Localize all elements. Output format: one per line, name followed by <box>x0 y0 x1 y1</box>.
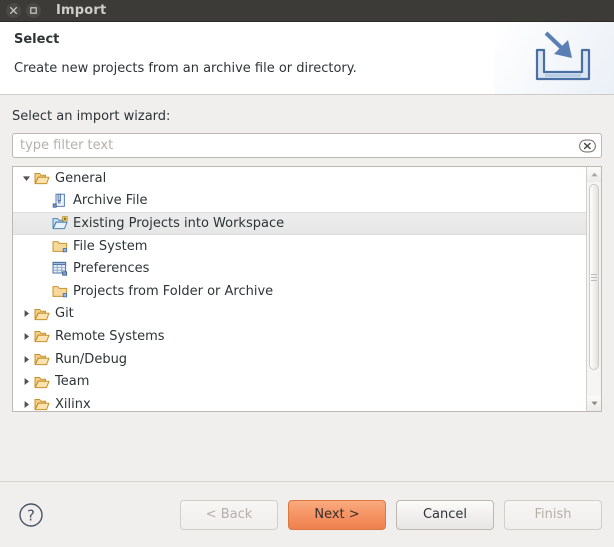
tree-item-git[interactable]: Git <box>13 303 586 326</box>
tree-item-label: Run/Debug <box>55 351 128 367</box>
svg-text:?: ? <box>27 506 35 524</box>
tree-item-existing-projects-into-workspace[interactable]: Existing Projects into Workspace <box>13 212 586 235</box>
tree-item-file-system[interactable]: File System <box>13 235 586 258</box>
import-wizard-label: Select an import wizard: <box>12 109 171 124</box>
open-folder-icon <box>33 171 51 185</box>
tree-twisty-collapsed[interactable] <box>19 332 33 341</box>
back-button[interactable]: < Back <box>180 499 278 530</box>
project-import-icon <box>51 216 69 230</box>
maximize-icon <box>30 7 37 14</box>
tree-item-archive-file[interactable]: Archive File <box>13 190 586 213</box>
scroll-down-button[interactable] <box>586 396 601 411</box>
tree-item-remote-systems[interactable]: Remote Systems <box>13 325 586 348</box>
open-folder-icon <box>33 352 51 366</box>
tree-scrollbar[interactable] <box>586 167 601 411</box>
import-dialog: Import Select Create new projects from a… <box>0 0 614 547</box>
wizard-header: Select Create new projects from an archi… <box>0 22 614 95</box>
tree-item-label: Git <box>55 306 74 322</box>
tree-item-label: Xilinx <box>55 396 91 411</box>
tree-twisty-collapsed[interactable] <box>19 309 33 318</box>
tree-item-label: Preferences <box>73 261 150 277</box>
window-title: Import <box>56 3 107 18</box>
tree-item-xilinx[interactable]: Xilinx <box>13 393 586 411</box>
filter-field[interactable] <box>12 133 602 158</box>
folder-icon <box>51 284 69 298</box>
open-folder-icon <box>33 375 51 389</box>
tree-item-label: Existing Projects into Workspace <box>73 215 285 231</box>
tree-item-label: Projects from Folder or Archive <box>73 283 274 299</box>
open-folder-icon <box>33 307 51 321</box>
tree-item-projects-from-folder-or-archive[interactable]: Projects from Folder or Archive <box>13 280 586 303</box>
tree-item-label: Team <box>55 374 90 390</box>
folder-icon <box>51 239 69 253</box>
page-description: Create new projects from an archive file… <box>14 61 357 76</box>
chevron-up-icon <box>590 172 598 177</box>
tree-item-label: File System <box>73 238 148 254</box>
scrollbar-track[interactable] <box>587 182 601 396</box>
tree-list[interactable]: General Archive File Existing Projects int… <box>13 167 586 411</box>
tree-twisty-collapsed[interactable] <box>19 355 33 364</box>
cancel-button[interactable]: Cancel <box>396 499 494 530</box>
tree-item-label: Archive File <box>73 193 148 209</box>
dialog-footer: ? < Back Next > Cancel Finish <box>0 481 614 547</box>
title-bar: Import <box>0 0 614 22</box>
tree-item-label: Remote Systems <box>55 328 165 344</box>
clear-icon[interactable] <box>579 139 596 152</box>
tree-item-team[interactable]: Team <box>13 370 586 393</box>
tree-twisty-collapsed[interactable] <box>19 400 33 409</box>
archive-file-icon <box>51 193 69 209</box>
tree-twisty-expanded[interactable] <box>19 174 33 183</box>
tree-item-preferences[interactable]: Preferences <box>13 257 586 280</box>
tree-item-general[interactable]: General <box>13 167 586 190</box>
import-wizard-tree[interactable]: General Archive File Existing Projects int… <box>12 166 602 412</box>
scrollbar-grip <box>591 272 597 283</box>
search-input[interactable] <box>13 134 601 157</box>
tree-item-label: General <box>55 170 107 186</box>
import-wizard-icon <box>535 31 591 81</box>
preferences-icon <box>51 261 69 276</box>
open-folder-icon <box>33 397 51 411</box>
close-icon <box>10 7 17 14</box>
scrollbar-thumb[interactable] <box>589 184 599 370</box>
close-button[interactable] <box>6 3 21 18</box>
page-title: Select <box>14 32 60 47</box>
next-button[interactable]: Next > <box>288 499 386 530</box>
dialog-body: Select an import wizard: General Archive … <box>0 95 614 481</box>
scroll-up-button[interactable] <box>586 167 601 182</box>
finish-button[interactable]: Finish <box>504 499 602 530</box>
help-icon[interactable]: ? <box>18 502 44 528</box>
tree-twisty-collapsed[interactable] <box>19 377 33 386</box>
maximize-button[interactable] <box>26 3 41 18</box>
open-folder-icon <box>33 329 51 343</box>
dialog-buttons: < Back Next > Cancel Finish <box>180 499 602 530</box>
tree-item-run-debug[interactable]: Run/Debug <box>13 348 586 371</box>
chevron-down-icon <box>590 401 598 406</box>
